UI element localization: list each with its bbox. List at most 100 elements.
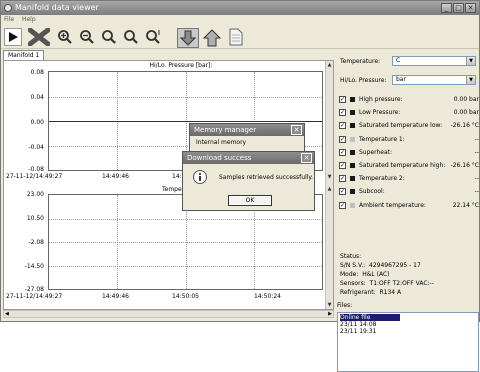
status-row: Sensors: T1:OFF T2:OFF VAC:--	[340, 279, 434, 288]
channel-checkbox[interactable]: ✓	[339, 175, 346, 183]
channel-checkbox[interactable]: ✓	[339, 148, 346, 156]
menu-bar: File Help	[1, 15, 479, 25]
title-bar[interactable]: Manifold data viewer _ □ ✕	[1, 1, 479, 15]
zoom-y-button[interactable]	[144, 28, 162, 46]
document-icon	[229, 28, 243, 46]
zoom-out-button[interactable]	[78, 28, 96, 46]
channel-row[interactable]: ✓ Superheat: --	[339, 147, 479, 158]
chart-2-xtick: 14:49:46	[102, 293, 129, 300]
memory-manager-title: Memory manager	[190, 124, 304, 136]
app-icon	[4, 4, 12, 12]
channel-label: Subcool:	[359, 188, 385, 196]
close-button[interactable]: ✕	[465, 3, 476, 13]
status-heading: Status:	[340, 253, 362, 260]
chart-1-ytick: -0.04	[28, 144, 44, 151]
ok-button[interactable]: OK	[228, 195, 272, 206]
tab-strip: Manifold 1	[1, 50, 335, 60]
temperature-unit-value: C	[396, 57, 401, 64]
delete-icon	[28, 28, 50, 46]
status-value: T1:OFF T2:OFF VAC:--	[369, 280, 434, 287]
status-value: 4294967295 - 17	[369, 262, 421, 269]
channel-row[interactable]: ✓ Low Pressure: 0.00 bar	[339, 107, 479, 118]
channel-color-swatch	[350, 110, 355, 116]
chart-1-xtick: 14:49:46	[102, 173, 129, 180]
maximize-button[interactable]: □	[453, 3, 464, 13]
channel-color-swatch	[350, 163, 355, 168]
chart-1-xtick: 14:	[172, 173, 182, 180]
scroll-up-icon[interactable]: ▲	[326, 61, 333, 69]
status-value: H&L (AC)	[362, 271, 390, 278]
toolbar	[1, 25, 479, 49]
scroll-down-icon[interactable]: ▼	[326, 173, 333, 181]
zoom-reset-button[interactable]	[122, 28, 140, 46]
scroll-right-icon[interactable]: ▶	[328, 311, 332, 317]
list-item[interactable]: 23/11 14:08	[340, 321, 377, 328]
zero-line	[49, 121, 322, 122]
channel-checkbox[interactable]: ✓	[339, 188, 346, 196]
list-item[interactable]: 23/11 19:31	[340, 328, 377, 335]
chart-2-xtick: 27-11-12/14:49:27	[6, 293, 63, 300]
chart-horizontal-scrollbar[interactable]: ◀ ▶	[3, 310, 334, 318]
pressure-unit-value: bar	[396, 76, 406, 83]
info-icon	[193, 170, 207, 184]
main-window: Manifold data viewer _ □ ✕ File Help Man…	[0, 0, 480, 372]
status-key: Mode:	[340, 271, 359, 278]
channel-checkbox[interactable]: ✓	[339, 135, 346, 143]
channel-label: Low Pressure:	[359, 109, 401, 117]
chart-2-ytick: -14.50	[24, 263, 44, 270]
status-row: Mode: H&L (AC)	[340, 270, 390, 279]
temperature-unit-select[interactable]: C ▼	[392, 56, 476, 66]
scroll-up-icon[interactable]: ▲	[326, 185, 333, 193]
channel-row[interactable]: ✓ Ambient temperature: 22.14 °C	[339, 200, 479, 211]
report-button[interactable]	[227, 28, 245, 46]
upload-icon	[202, 29, 222, 47]
files-list[interactable]: Online file 23/11 14:08 23/11 19:31	[337, 312, 479, 372]
channel-label: Saturated temperature low:	[359, 122, 443, 130]
tab-manifold-1[interactable]: Manifold 1	[3, 50, 45, 60]
channel-row[interactable]: ✓ Temperature 2: --	[339, 173, 479, 184]
chart-1-ytick: 0.00	[30, 119, 44, 126]
zoom-x-button[interactable]	[100, 28, 118, 46]
zoom-out-icon	[80, 30, 94, 44]
channel-value: --	[474, 188, 479, 196]
menu-help[interactable]: Help	[22, 16, 36, 23]
chevron-down-icon: ▼	[466, 57, 475, 65]
minimize-button[interactable]: _	[441, 3, 452, 13]
memory-close-button[interactable]: ✕	[291, 125, 302, 135]
channel-checkbox[interactable]: ✓	[339, 201, 346, 209]
pressure-unit-select[interactable]: bar ▼	[392, 75, 476, 85]
channel-row[interactable]: ✓ Subcool: --	[339, 186, 479, 197]
channel-value: -26.16 °C	[450, 122, 479, 130]
channel-checkbox[interactable]: ✓	[339, 96, 346, 103]
delete-button[interactable]	[26, 28, 52, 46]
channel-checkbox[interactable]: ✓	[339, 109, 346, 117]
play-button[interactable]	[4, 28, 22, 46]
channel-row[interactable]: ✓ Saturated temperature high: -26.16 °C	[339, 160, 479, 171]
channel-checkbox[interactable]: ✓	[339, 162, 346, 169]
channel-label: Temperature 2:	[359, 175, 405, 183]
gridline	[49, 218, 322, 220]
play-icon	[9, 32, 18, 42]
zoom-in-button[interactable]	[56, 28, 74, 46]
download-button[interactable]	[177, 28, 199, 48]
chart-1-ytick: -0.08	[28, 166, 44, 173]
scroll-left-icon[interactable]: ◀	[5, 311, 9, 317]
scroll-down-icon[interactable]: ▼	[326, 301, 333, 309]
window-title: Manifold data viewer	[15, 3, 99, 12]
chart-2-ytick: 23.00	[26, 191, 44, 198]
chart-vertical-scrollbar[interactable]: ▲ ▼ ▲ ▼	[325, 61, 333, 309]
menu-file[interactable]: File	[4, 16, 14, 23]
chart-1-ytick: 0.08	[30, 69, 44, 76]
status-key: Sensors:	[340, 280, 366, 287]
success-close-button[interactable]: ✕	[301, 153, 312, 163]
channel-color-swatch	[350, 176, 355, 182]
list-item[interactable]: Online file	[340, 314, 400, 321]
channel-checkbox[interactable]: ✓	[339, 122, 346, 130]
download-icon	[179, 30, 197, 46]
upload-button[interactable]	[201, 28, 223, 48]
channel-row[interactable]: ✓ High pressure: 0.00 bar	[339, 94, 479, 105]
channel-value: --	[474, 135, 479, 143]
channel-row[interactable]: ✓ Saturated temperature low: -26.16 °C	[339, 120, 479, 131]
channel-label: Superheat:	[359, 148, 393, 156]
channel-row[interactable]: ✓ Temperature 1: --	[339, 134, 479, 145]
